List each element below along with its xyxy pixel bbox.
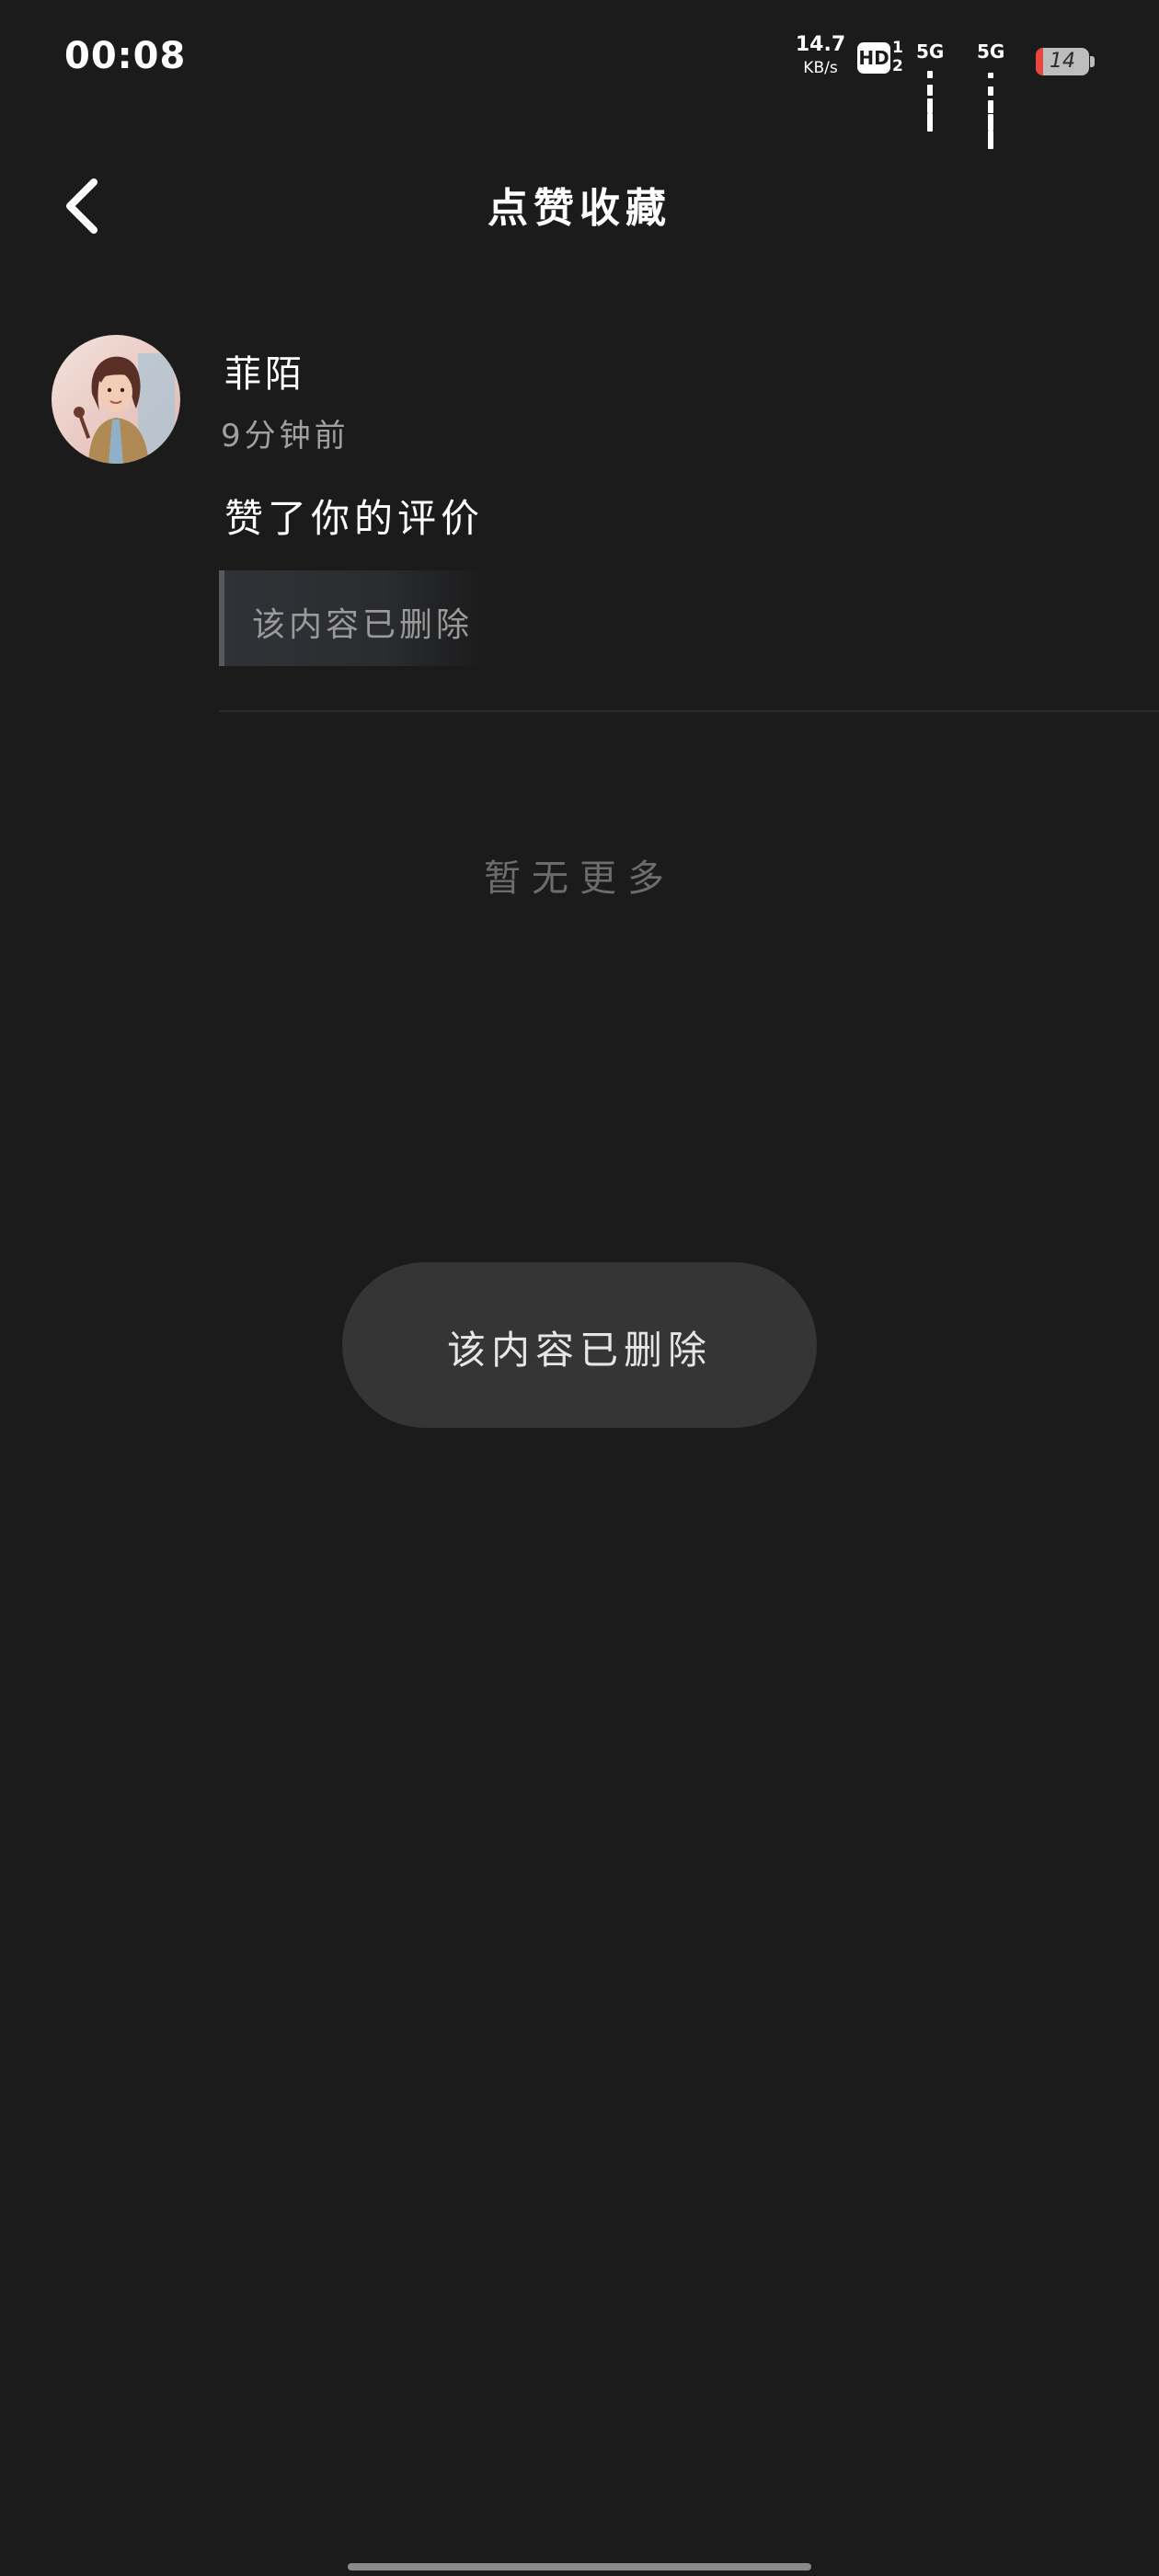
network-speed: 14.7 KB/s xyxy=(795,35,846,76)
network-speed-unit: KB/s xyxy=(803,59,838,77)
quoted-content-card[interactable]: 该内容已删除 xyxy=(219,570,486,666)
page-title: 点赞收藏 xyxy=(488,185,671,232)
status-time: 00:08 xyxy=(64,35,187,77)
battery-icon: 14 xyxy=(1036,48,1089,75)
signal-bars-icon xyxy=(988,61,997,149)
sim1-network-label: 5G xyxy=(916,40,945,63)
divider xyxy=(219,710,1159,712)
avatar-image xyxy=(52,335,180,464)
user-name[interactable]: 菲陌 xyxy=(224,344,305,397)
no-more-text: 暂无更多 xyxy=(484,857,675,900)
hd-voice-icon: HD xyxy=(857,42,890,74)
hd-sub-bottom: 2 xyxy=(892,57,903,75)
signal-bars-icon xyxy=(927,61,936,132)
action-text: 赞了你的评价 xyxy=(224,496,485,541)
quoted-content-text: 该内容已删除 xyxy=(252,606,474,644)
hd-sub-top: 1 xyxy=(892,39,903,57)
sim2-network-label: 5G xyxy=(977,40,1005,63)
notification-item: 菲陌 9分钟前 赞了你的评价 该内容已删除 xyxy=(0,331,1159,712)
avatar[interactable] xyxy=(52,335,180,464)
network-speed-value: 14.7 xyxy=(795,33,846,56)
battery-level: 14 xyxy=(1050,50,1075,73)
toast: 该内容已删除 xyxy=(342,1262,817,1428)
status-bar: 00:08 14.7 KB/s HD 1 2 5G 5G 14 xyxy=(0,0,1159,149)
time-ago: 9分钟前 xyxy=(221,418,350,454)
home-indicator[interactable] xyxy=(348,2563,811,2570)
battery-tip xyxy=(1090,56,1095,67)
hd-voice-sim-indicator: 1 2 xyxy=(892,39,903,75)
toast-message: 该内容已删除 xyxy=(446,1328,712,1373)
